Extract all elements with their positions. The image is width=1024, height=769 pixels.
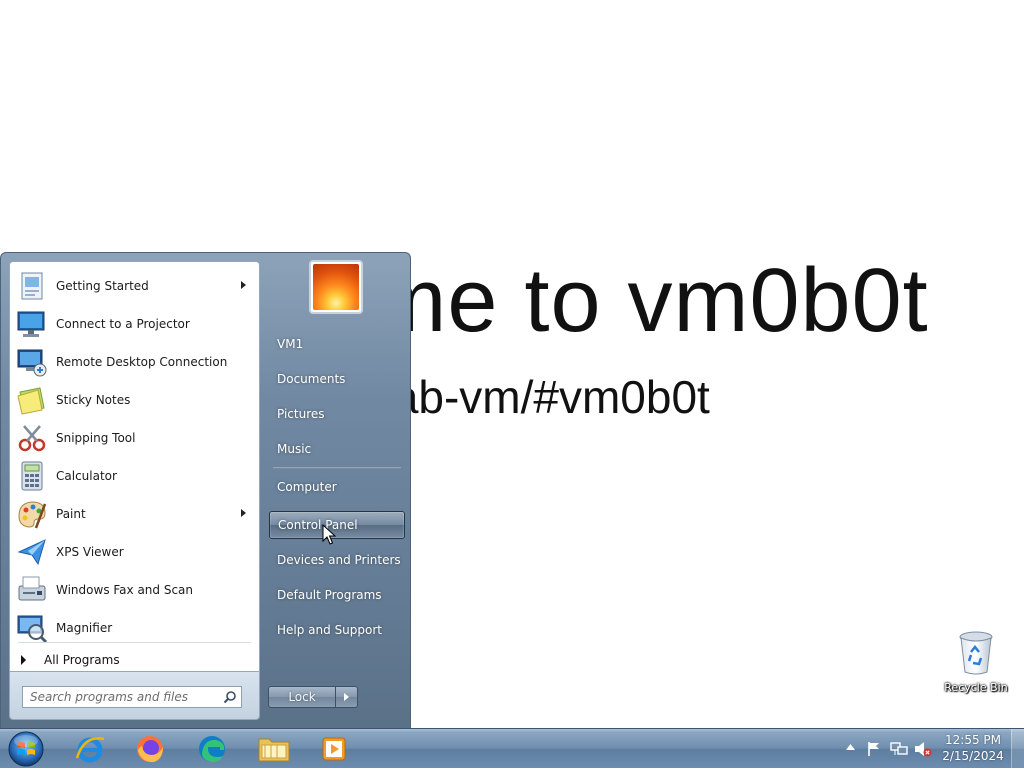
program-item-label: Sticky Notes bbox=[56, 393, 131, 407]
getting-started-icon bbox=[21, 272, 43, 300]
place-item[interactable]: VM1 bbox=[269, 330, 405, 358]
sticky-notes-icon bbox=[17, 387, 45, 415]
network-icon[interactable] bbox=[890, 741, 908, 757]
clock-date: 2/15/2024 bbox=[942, 749, 1004, 763]
all-programs-label: All Programs bbox=[44, 653, 120, 667]
chevron-right-icon bbox=[344, 693, 349, 701]
recycle-bin-icon bbox=[959, 631, 993, 675]
file-explorer-icon bbox=[258, 738, 290, 762]
program-item-label: Getting Started bbox=[56, 279, 149, 293]
search-box[interactable] bbox=[22, 686, 242, 708]
start-menu: Getting Started Connect to a Projector Rem… bbox=[0, 252, 411, 728]
place-item[interactable]: Documents bbox=[269, 365, 405, 393]
program-item[interactable]: Getting Started bbox=[13, 268, 256, 304]
program-item-label: Calculator bbox=[56, 469, 117, 483]
program-item-label: Paint bbox=[56, 507, 86, 521]
user-avatar-flower bbox=[313, 264, 359, 310]
taskbar-internet-explorer[interactable] bbox=[64, 731, 116, 767]
place-item-label: VM1 bbox=[277, 337, 304, 351]
taskbar-firefox[interactable] bbox=[124, 731, 176, 767]
submenu-arrow-icon[interactable] bbox=[241, 281, 246, 289]
program-item[interactable]: XPS Viewer bbox=[13, 534, 256, 570]
taskbar: 12:55 PM 2/15/2024 bbox=[0, 728, 1024, 768]
system-clock[interactable]: 12:55 PM 2/15/2024 bbox=[935, 732, 1011, 764]
projector-icon bbox=[17, 311, 45, 337]
shutdown-options-button[interactable] bbox=[336, 686, 358, 708]
snipping-tool-icon bbox=[18, 425, 46, 452]
fax-scan-icon bbox=[18, 576, 46, 601]
search-icon[interactable] bbox=[223, 690, 237, 704]
program-item-label: Connect to a Projector bbox=[56, 317, 190, 331]
place-item-label: Devices and Printers bbox=[277, 553, 401, 567]
edge-icon bbox=[199, 736, 225, 763]
program-item-label: Remote Desktop Connection bbox=[56, 355, 228, 369]
user-picture[interactable] bbox=[309, 260, 363, 314]
program-item[interactable]: Snipping Tool bbox=[13, 420, 256, 456]
place-item-label: Computer bbox=[277, 480, 337, 494]
media-player-icon bbox=[322, 737, 346, 761]
program-item[interactable]: Remote Desktop Connection bbox=[13, 344, 256, 380]
remote-desktop-icon bbox=[17, 349, 47, 377]
mouse-cursor-icon bbox=[322, 524, 336, 545]
magnifier-icon bbox=[17, 615, 48, 644]
place-item[interactable]: Music bbox=[269, 435, 405, 463]
xps-viewer-icon bbox=[17, 539, 46, 566]
search-input[interactable] bbox=[28, 689, 222, 705]
program-item-label: Magnifier bbox=[56, 621, 113, 635]
lock-label: Lock bbox=[288, 690, 316, 704]
expand-arrow-icon bbox=[21, 655, 26, 665]
volume-muted-icon[interactable] bbox=[914, 741, 932, 757]
program-item[interactable]: Calculator bbox=[13, 458, 256, 494]
place-item[interactable]: Help and Support bbox=[269, 616, 405, 644]
program-item[interactable]: Connect to a Projector bbox=[13, 306, 256, 342]
taskbar-file-explorer[interactable] bbox=[248, 731, 300, 767]
place-item[interactable]: Pictures bbox=[269, 400, 405, 428]
show-hidden-icons-chevron-icon[interactable] bbox=[846, 744, 855, 750]
place-item[interactable]: Computer bbox=[269, 473, 405, 501]
place-item[interactable]: Control Panel bbox=[269, 511, 405, 539]
program-item[interactable]: Sticky Notes bbox=[13, 382, 256, 418]
calculator-icon bbox=[21, 461, 43, 491]
search-area bbox=[9, 672, 260, 720]
places-divider bbox=[273, 467, 401, 469]
place-item-label: Documents bbox=[277, 372, 346, 386]
taskbar-media-player[interactable] bbox=[308, 731, 360, 767]
place-item-label: Music bbox=[277, 442, 312, 456]
place-item-label: Help and Support bbox=[277, 623, 382, 637]
place-item[interactable]: Devices and Printers bbox=[269, 546, 405, 574]
place-item-label: Default Programs bbox=[277, 588, 382, 602]
taskbar-edge[interactable] bbox=[186, 731, 238, 767]
recycle-bin-label: Recycle Bin bbox=[944, 681, 1008, 694]
program-item[interactable]: Magnifier bbox=[13, 610, 256, 646]
all-programs-button[interactable]: All Programs bbox=[13, 650, 256, 670]
clock-time: 12:55 PM bbox=[945, 733, 1001, 747]
recycle-bin[interactable]: Recycle Bin bbox=[940, 630, 1012, 694]
program-item-label: Windows Fax and Scan bbox=[56, 583, 194, 597]
lock-button[interactable]: Lock bbox=[268, 686, 336, 708]
program-item[interactable]: Windows Fax and Scan bbox=[13, 572, 256, 608]
place-item-label: Control Panel bbox=[278, 518, 358, 532]
all-programs-divider bbox=[18, 642, 251, 643]
program-item-label: Snipping Tool bbox=[56, 431, 136, 445]
start-button[interactable] bbox=[6, 730, 46, 768]
paint-icon bbox=[18, 501, 47, 529]
program-item[interactable]: Paint bbox=[13, 496, 256, 532]
show-desktop-button[interactable] bbox=[1011, 729, 1024, 768]
firefox-icon bbox=[137, 736, 163, 763]
program-item-label: XPS Viewer bbox=[56, 545, 124, 559]
programs-pane: Getting Started Connect to a Projector Rem… bbox=[9, 261, 260, 672]
place-item-label: Pictures bbox=[277, 407, 325, 421]
submenu-arrow-icon[interactable] bbox=[241, 509, 246, 517]
internet-explorer-icon bbox=[75, 737, 105, 763]
action-center-flag-icon[interactable] bbox=[866, 741, 882, 757]
place-item[interactable]: Default Programs bbox=[269, 581, 405, 609]
